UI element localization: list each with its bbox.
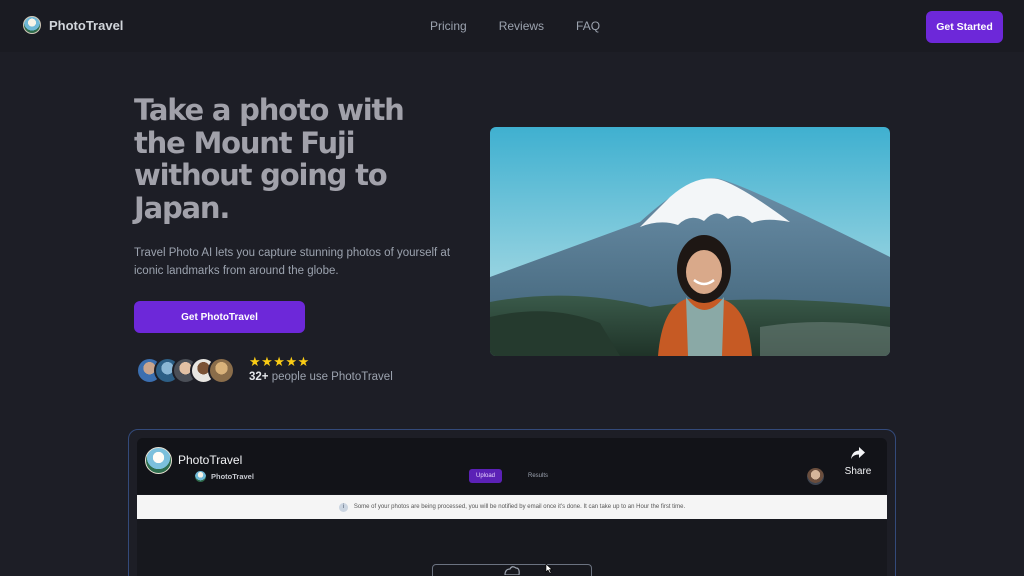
notice-text: Some of your photos are being processed,… (353, 504, 686, 510)
user-avatars (136, 357, 235, 384)
phototravel-logo-icon (23, 16, 41, 34)
hero-title: Take a photo with the Mount Fuji without… (134, 93, 405, 225)
brand-name: PhotoTravel (49, 17, 124, 33)
get-started-button[interactable]: Get Started (926, 11, 1003, 43)
video-channel-title[interactable]: PhotoTravel (178, 453, 242, 467)
inner-logo-icon (195, 471, 206, 482)
mouse-cursor-icon (545, 564, 553, 574)
info-icon: i (338, 502, 348, 512)
avatar (208, 357, 235, 384)
nav-link-pricing[interactable]: Pricing (430, 19, 467, 33)
upload-dropzone (432, 564, 592, 576)
rating-stars: ★★★★★ (249, 354, 310, 369)
brand-logo-link[interactable]: PhotoTravel (23, 16, 123, 34)
share-arrow-icon (851, 447, 865, 459)
top-navbar: PhotoTravel Pricing Reviews FAQ Get Star… (0, 0, 1024, 52)
user-count-text: 32+ people use PhotoTravel (249, 371, 393, 383)
nav-link-faq[interactable]: FAQ (576, 19, 600, 33)
nav-links: Pricing Reviews FAQ (430, 19, 600, 33)
processing-notice: i Some of your photos are being processe… (137, 495, 887, 519)
tab-results: Results (528, 473, 549, 479)
share-button[interactable]: Share (841, 446, 875, 477)
user-count: 32+ (249, 371, 269, 383)
share-label: Share (844, 466, 872, 477)
inner-brand-name: PhotoTravel (211, 472, 254, 481)
upload-cloud-icon (504, 566, 520, 575)
channel-avatar[interactable] (145, 447, 172, 474)
hero-image-mount-fuji (490, 127, 890, 356)
get-phototravel-button[interactable]: Get PhotoTravel (134, 301, 305, 333)
video-top-bar (137, 438, 887, 494)
mount-fuji-portrait-photo (490, 127, 890, 356)
inner-user-avatar (807, 468, 824, 485)
demo-video-player[interactable]: PhotoTravel Share PhotoTravel Upload Res… (137, 438, 887, 576)
tab-upload: Upload (469, 469, 502, 483)
nav-link-reviews[interactable]: Reviews (499, 19, 544, 33)
inner-brand: PhotoTravel (195, 471, 254, 482)
user-count-label: people use PhotoTravel (268, 371, 393, 383)
hero-description: Travel Photo AI lets you capture stunnin… (134, 247, 451, 277)
